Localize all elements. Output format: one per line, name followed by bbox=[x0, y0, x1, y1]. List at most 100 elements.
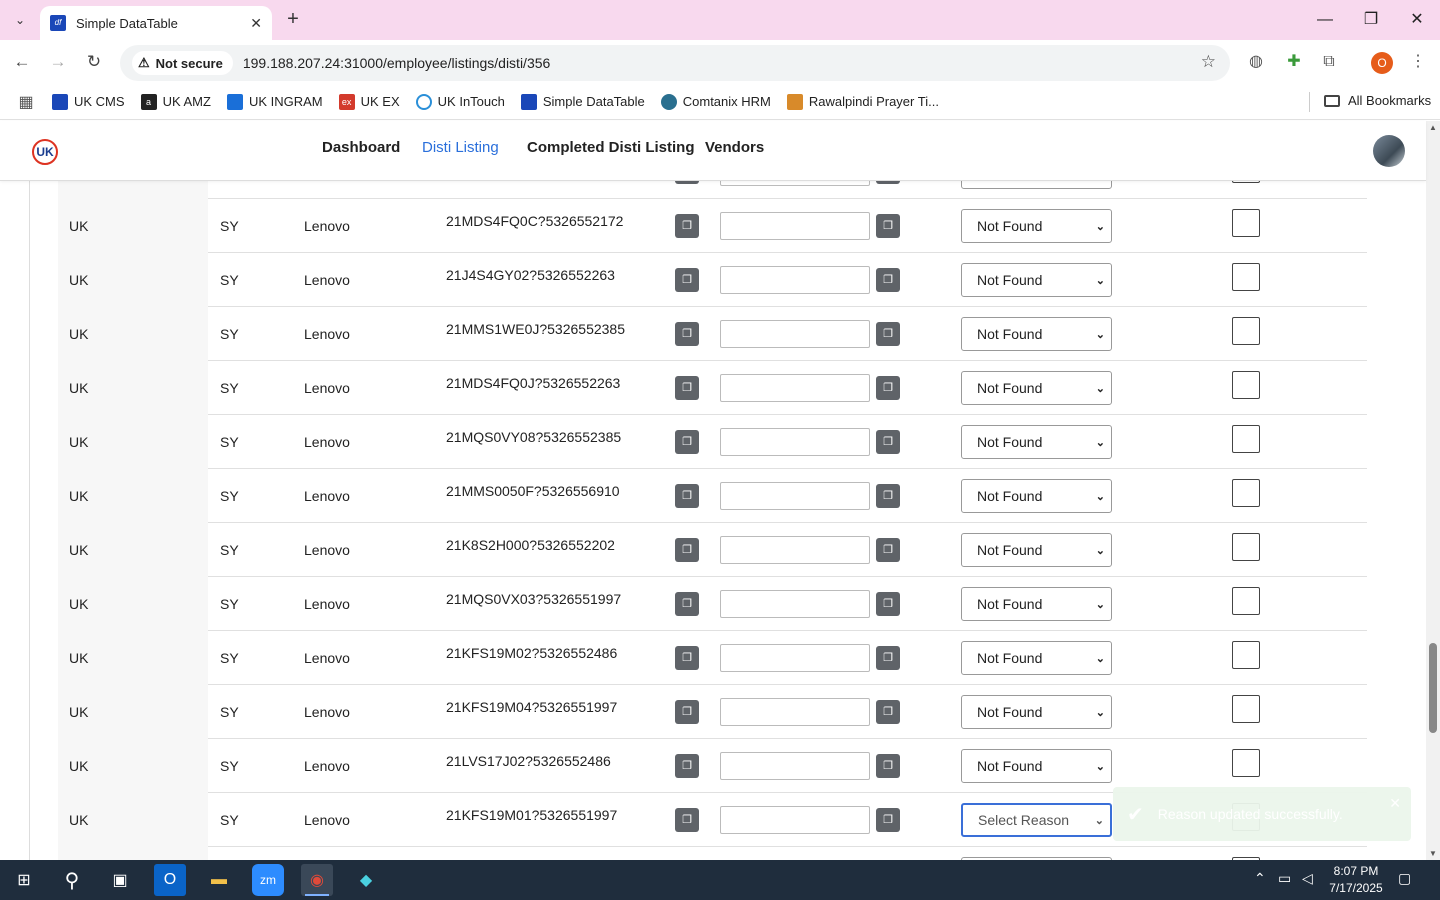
bookmark-simple-datatable[interactable]: Simple DataTable bbox=[520, 93, 645, 110]
restore-button[interactable]: ❐ bbox=[1359, 8, 1383, 32]
row-checkbox[interactable] bbox=[1232, 749, 1260, 777]
browser-tab[interactable]: df Simple DataTable ✕ bbox=[40, 6, 272, 40]
reason-select[interactable]: Not Found⌄ bbox=[961, 533, 1112, 567]
reason-select[interactable]: Not Found⌄ bbox=[961, 181, 1112, 189]
task-view-icon[interactable]: ▣ bbox=[104, 864, 136, 896]
copy-icon[interactable]: ❐ bbox=[876, 700, 900, 724]
copy-icon[interactable]: ❐ bbox=[876, 646, 900, 670]
copy-icon[interactable]: ❐ bbox=[876, 430, 900, 454]
extension-icon[interactable]: ✚ bbox=[1282, 50, 1306, 74]
user-avatar[interactable] bbox=[1373, 135, 1405, 167]
site-security-chip[interactable]: ⚠ Not secure bbox=[132, 51, 233, 75]
row-checkbox[interactable] bbox=[1232, 371, 1260, 399]
nav-vendors[interactable]: Vendors bbox=[705, 139, 764, 156]
value-input[interactable] bbox=[720, 644, 870, 672]
row-checkbox[interactable] bbox=[1232, 317, 1260, 345]
copy-icon[interactable]: ❐ bbox=[876, 538, 900, 562]
tab-close-icon[interactable]: ✕ bbox=[250, 15, 262, 32]
value-input[interactable] bbox=[720, 752, 870, 780]
apps-grid-icon[interactable]: ▦ bbox=[0, 92, 52, 112]
nav-dashboard[interactable]: Dashboard bbox=[322, 139, 400, 156]
value-input[interactable] bbox=[720, 212, 870, 240]
file-explorer-icon[interactable]: ▬ bbox=[203, 864, 235, 896]
reason-select[interactable]: Not Found⌄ bbox=[961, 425, 1112, 459]
copy-icon[interactable]: ❐ bbox=[675, 268, 699, 292]
copy-icon[interactable]: ❐ bbox=[876, 754, 900, 778]
outlook-icon[interactable]: O bbox=[154, 864, 186, 896]
value-input[interactable] bbox=[720, 590, 870, 618]
row-checkbox[interactable] bbox=[1232, 181, 1260, 183]
row-checkbox[interactable] bbox=[1232, 695, 1260, 723]
nav-completed-disti-listing[interactable]: Completed Disti Listing bbox=[527, 139, 695, 156]
copy-icon[interactable]: ❐ bbox=[675, 592, 699, 616]
address-bar[interactable]: ⚠ Not secure 199.188.207.24:31000/employ… bbox=[120, 45, 1230, 81]
reason-select[interactable]: Not Found⌄ bbox=[961, 641, 1112, 675]
value-input[interactable] bbox=[720, 374, 870, 402]
browser-menu-icon[interactable]: ⋮ bbox=[1406, 50, 1430, 74]
copy-icon[interactable]: ❐ bbox=[876, 592, 900, 616]
copy-icon[interactable]: ❐ bbox=[876, 268, 900, 292]
reason-select[interactable]: Select Reason ⌄ bbox=[961, 803, 1112, 837]
reason-select[interactable]: Not Found⌄ bbox=[961, 317, 1112, 351]
copy-icon[interactable]: ❐ bbox=[876, 808, 900, 832]
forward-button[interactable]: → bbox=[46, 50, 70, 74]
copy-icon[interactable]: ❐ bbox=[876, 181, 900, 184]
toast-close-icon[interactable]: ✕ bbox=[1389, 795, 1401, 812]
minimize-button[interactable]: — bbox=[1313, 8, 1337, 32]
copy-icon[interactable]: ❐ bbox=[675, 181, 699, 184]
nav-disti-listing[interactable]: Disti Listing bbox=[422, 139, 499, 156]
url-text[interactable]: 199.188.207.24:31000/employee/listings/d… bbox=[243, 55, 550, 71]
copy-icon[interactable]: ❐ bbox=[876, 484, 900, 508]
volume-icon[interactable]: ◁ bbox=[1302, 870, 1313, 887]
value-input[interactable] bbox=[720, 320, 870, 348]
copy-icon[interactable]: ❐ bbox=[675, 214, 699, 238]
bookmark-comtanix-hrm[interactable]: Comtanix HRM bbox=[660, 93, 771, 110]
translate-icon[interactable]: ◍ bbox=[1244, 50, 1268, 74]
close-window-button[interactable]: ✕ bbox=[1405, 8, 1429, 32]
reload-button[interactable]: ↻ bbox=[82, 50, 106, 74]
copy-icon[interactable]: ❐ bbox=[675, 538, 699, 562]
scroll-up-arrow[interactable]: ▲ bbox=[1426, 123, 1440, 132]
page-scrollbar[interactable]: ▲ ▼ bbox=[1426, 121, 1440, 860]
reason-select[interactable]: Not Found⌄ bbox=[961, 479, 1112, 513]
reason-select[interactable]: Not Found⌄ bbox=[961, 695, 1112, 729]
back-button[interactable]: ← bbox=[10, 50, 34, 74]
bookmark-star-icon[interactable]: ☆ bbox=[1201, 52, 1216, 72]
row-checkbox[interactable] bbox=[1232, 479, 1260, 507]
value-input[interactable] bbox=[720, 428, 870, 456]
app-diamond-icon[interactable]: ◆ bbox=[350, 864, 382, 896]
reason-select[interactable]: Not Found⌄ bbox=[961, 371, 1112, 405]
row-checkbox[interactable] bbox=[1232, 263, 1260, 291]
scroll-thumb[interactable] bbox=[1429, 643, 1437, 733]
row-checkbox[interactable] bbox=[1232, 641, 1260, 669]
row-checkbox[interactable] bbox=[1232, 209, 1260, 237]
row-checkbox[interactable] bbox=[1232, 533, 1260, 561]
bookmark-uk-ex[interactable]: ex UK EX bbox=[338, 93, 400, 110]
copy-icon[interactable]: ❐ bbox=[675, 430, 699, 454]
copy-icon[interactable]: ❐ bbox=[876, 322, 900, 346]
value-input[interactable] bbox=[720, 536, 870, 564]
reason-select[interactable]: Not Found⌄ bbox=[961, 749, 1112, 783]
network-icon[interactable]: ▭ bbox=[1278, 870, 1291, 887]
row-checkbox[interactable] bbox=[1232, 425, 1260, 453]
taskbar-clock[interactable]: 8:07 PM 7/17/2025 bbox=[1326, 863, 1386, 897]
bookmark-uk-ingram[interactable]: UK INGRAM bbox=[226, 93, 323, 110]
tab-search-button[interactable]: ⌄ bbox=[8, 8, 32, 32]
copy-icon[interactable]: ❐ bbox=[675, 322, 699, 346]
row-checkbox[interactable] bbox=[1232, 587, 1260, 615]
all-bookmarks-button[interactable]: All Bookmarks bbox=[1324, 93, 1431, 108]
value-input[interactable] bbox=[720, 266, 870, 294]
notifications-icon[interactable]: ▢ bbox=[1398, 870, 1411, 887]
copy-icon[interactable]: ❐ bbox=[675, 376, 699, 400]
chrome-icon[interactable]: ◉ bbox=[301, 864, 333, 896]
bookmark-rawalpindi-prayer[interactable]: Rawalpindi Prayer Ti... bbox=[786, 93, 939, 110]
search-icon[interactable]: ⚲ bbox=[56, 864, 88, 896]
value-input[interactable] bbox=[720, 698, 870, 726]
zoom-icon[interactable]: zm bbox=[252, 864, 284, 896]
app-logo[interactable]: UK bbox=[32, 139, 58, 165]
bookmark-uk-cms[interactable]: UK CMS bbox=[52, 93, 125, 110]
extensions-puzzle-icon[interactable]: ⧉ bbox=[1317, 50, 1341, 74]
copy-icon[interactable]: ❐ bbox=[675, 754, 699, 778]
value-input[interactable] bbox=[720, 181, 870, 186]
copy-icon[interactable]: ❐ bbox=[675, 484, 699, 508]
